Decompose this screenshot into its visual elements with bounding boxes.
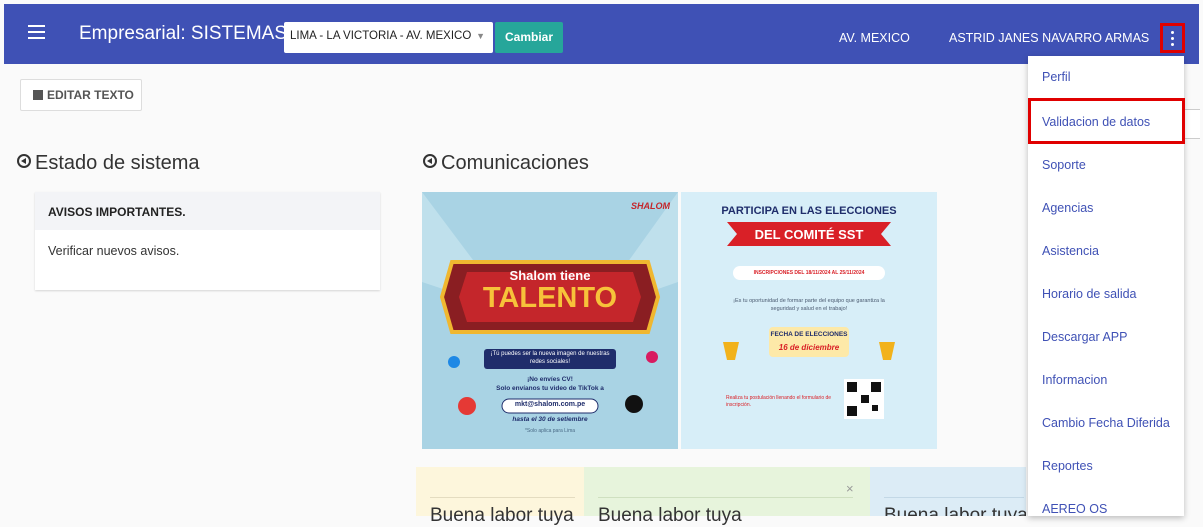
shalom-logo: SHALOM	[631, 201, 670, 211]
estado-section-title[interactable]: Estado de sistema	[17, 152, 200, 175]
menu-item-horario-salida[interactable]: Horario de salida	[1042, 287, 1137, 301]
menu-item-reportes[interactable]: Reportes	[1042, 459, 1093, 473]
talento-deadline: hasta el 30 de setiembre	[512, 416, 588, 423]
banner-talento-art	[422, 192, 678, 449]
notices-card: AVISOS IMPORTANTES. Verificar nuevos avi…	[35, 192, 380, 290]
notices-card-body: Verificar nuevos avisos.	[48, 244, 180, 258]
menu-item-soporte[interactable]: Soporte	[1042, 158, 1086, 172]
banner-elecciones-sst[interactable]: PARTICIPA EN LAS ELECCIONES DEL COMITÉ S…	[681, 192, 937, 449]
sst-inscripciones: INSCRIPCIONES DEL 18/11/2024 AL 25/11/20…	[753, 270, 865, 276]
menu-icon[interactable]	[28, 25, 45, 42]
sst-title: PARTICIPA EN LAS ELECCIONES	[721, 205, 897, 217]
app-title: Empresarial: SISTEMAS	[79, 23, 287, 44]
close-icon[interactable]: ×	[846, 481, 854, 496]
menu-item-perfil[interactable]: Perfil	[1042, 70, 1070, 84]
bottom-card-3-title: Buena labor tuya	[884, 505, 1026, 516]
talento-cta2: Solo envíanos tu video de TikTok a	[496, 385, 604, 392]
comunicaciones-title-text: Comunicaciones	[441, 152, 589, 174]
menu-item-descargar-app[interactable]: Descargar APP	[1042, 330, 1127, 344]
collapse-icon	[17, 154, 31, 168]
menu-item-cambio-fecha-diferida[interactable]: Cambio Fecha Diferida	[1042, 416, 1170, 430]
sst-fecha-value: 16 de diciembre	[778, 343, 840, 352]
divider	[430, 497, 575, 498]
menu-item-validacion-datos[interactable]: Validacion de datos	[1042, 115, 1150, 129]
location-select[interactable]: LIMA - LA VICTORIA - AV. MEXICO ▼	[284, 22, 493, 53]
notices-card-header: AVISOS IMPORTANTES.	[35, 192, 380, 230]
estado-title-text: Estado de sistema	[35, 152, 200, 174]
bottom-card-2-title: Buena labor tuya	[598, 505, 742, 526]
bottom-card-1[interactable]: Buena labor tuya	[416, 467, 584, 526]
talento-pill: ¡Tú puedes ser la nueva imagen de nuestr…	[490, 351, 610, 365]
top-app-bar: Empresarial: SISTEMAS LIMA - LA VICTORIA…	[4, 4, 1199, 64]
menu-item-asistencia[interactable]: Asistencia	[1042, 244, 1099, 258]
talento-line1: Shalom tiene	[509, 268, 591, 283]
bottom-card-3[interactable]: Buena labor tuya	[870, 467, 1026, 516]
user-dropdown-menu: Perfil Validacion de datos Soporte Agenc…	[1028, 56, 1185, 516]
more-vert-icon[interactable]	[1160, 23, 1185, 53]
location-select-value: LIMA - LA VICTORIA - AV. MEXICO	[290, 30, 472, 42]
talento-line2: TALENTO	[482, 282, 618, 314]
bottom-cards-row: Buena labor tuya × Buena labor tuya Buen…	[416, 467, 1026, 526]
branch-label: AV. MEXICO	[839, 31, 910, 45]
sst-description: ¡Es tu oportunidad de formar parte del e…	[733, 298, 885, 312]
sst-ribbon: DEL COMITÉ SST	[754, 227, 864, 242]
user-name[interactable]: ASTRID JANES NAVARRO ARMAS	[949, 31, 1149, 45]
menu-item-aereo-os[interactable]: AEREO OS	[1042, 502, 1107, 516]
edit-text-button[interactable]: EDITAR TEXTO	[20, 79, 142, 111]
change-location-button[interactable]: Cambiar	[495, 22, 563, 53]
menu-item-agencias[interactable]: Agencias	[1042, 201, 1093, 215]
divider	[598, 497, 853, 498]
comunicaciones-section-title[interactable]: Comunicaciones	[423, 152, 589, 175]
side-input-field[interactable]	[1184, 109, 1200, 139]
bottom-card-1-title: Buena labor tuya	[430, 505, 574, 526]
edit-icon	[33, 90, 43, 100]
talento-note: *Solo aplica para Lima	[524, 428, 576, 434]
edit-text-label: EDITAR TEXTO	[47, 88, 134, 102]
talento-email: mkt@shalom.com.pe	[514, 401, 586, 408]
sst-fecha-label: FECHA DE ELECCIONES	[770, 331, 848, 338]
bottom-card-2[interactable]: × Buena labor tuya	[584, 467, 870, 526]
chevron-down-icon: ▼	[476, 31, 485, 41]
banner-shalom-talento[interactable]: SHALOM Shalom tiene TALENTO ¡Tú puedes s…	[422, 192, 678, 449]
divider	[884, 497, 1024, 498]
collapse-icon	[423, 154, 437, 168]
sst-postula: Realiza tu postulación llenando el formu…	[726, 395, 832, 408]
talento-cta1: ¡No envíes CV!	[527, 376, 573, 383]
menu-item-informacion[interactable]: Informacion	[1042, 373, 1107, 387]
